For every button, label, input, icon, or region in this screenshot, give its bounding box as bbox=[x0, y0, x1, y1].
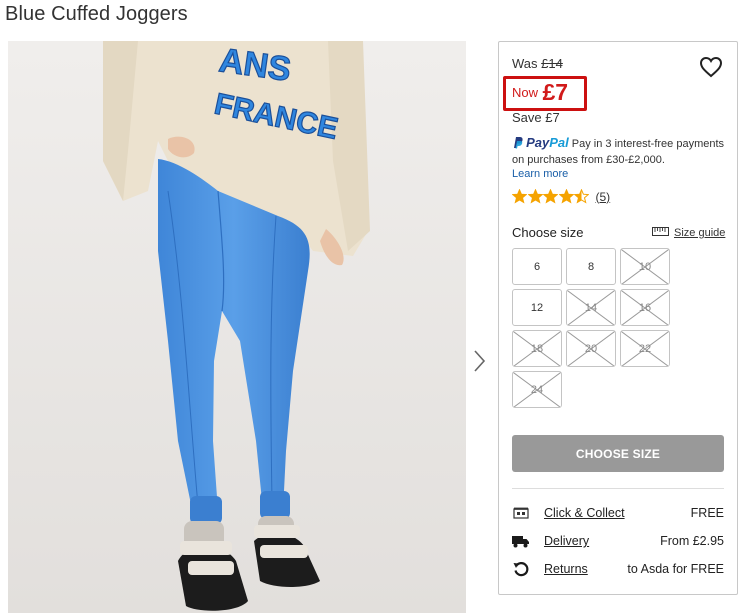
star-icon bbox=[574, 189, 589, 204]
delivery-row: Delivery From £2.95 bbox=[512, 532, 724, 550]
divider bbox=[512, 488, 724, 489]
size-option-22[interactable]: 22 bbox=[620, 330, 670, 367]
size-option-10[interactable]: 10 bbox=[620, 248, 670, 285]
wishlist-heart-icon[interactable] bbox=[699, 56, 723, 78]
delivery-truck-icon bbox=[512, 533, 529, 549]
save-amount: Save £7 bbox=[512, 110, 560, 125]
size-option-label: 18 bbox=[530, 342, 544, 355]
review-count[interactable]: (5) bbox=[596, 190, 611, 204]
paypal-icon bbox=[512, 136, 523, 153]
size-option-12[interactable]: 12 bbox=[512, 289, 562, 326]
size-option-label: 10 bbox=[638, 260, 652, 273]
page-title: Blue Cuffed Joggers bbox=[5, 3, 188, 25]
was-price: Was £14 bbox=[512, 56, 563, 71]
size-option-6[interactable]: 6 bbox=[512, 248, 562, 285]
size-guide-link[interactable]: Size guide bbox=[652, 227, 725, 239]
star-icon bbox=[527, 189, 543, 204]
now-price: Now £7 bbox=[512, 79, 568, 106]
was-label: Was bbox=[512, 56, 538, 71]
size-option-14[interactable]: 14 bbox=[566, 289, 616, 326]
returns-value: to Asda for FREE bbox=[627, 562, 724, 576]
returns-icon bbox=[512, 561, 529, 577]
size-option-label: 6 bbox=[533, 260, 541, 273]
size-option-label: 12 bbox=[530, 301, 544, 314]
returns-row: Returns to Asda for FREE bbox=[512, 560, 724, 578]
size-option-label: 24 bbox=[530, 383, 544, 396]
size-option-label: 14 bbox=[584, 301, 598, 314]
size-option-24[interactable]: 24 bbox=[512, 371, 562, 408]
product-image[interactable]: ANS FRANCE bbox=[8, 41, 466, 613]
size-option-label: 16 bbox=[638, 301, 652, 314]
delivery-value: From £2.95 bbox=[660, 534, 724, 548]
size-option-label: 20 bbox=[584, 342, 598, 355]
delivery-link[interactable]: Delivery bbox=[544, 534, 589, 548]
size-option-20[interactable]: 20 bbox=[566, 330, 616, 367]
click-collect-value: FREE bbox=[690, 506, 724, 520]
now-price-value: £7 bbox=[542, 79, 569, 105]
next-image-arrow-icon[interactable] bbox=[472, 348, 488, 374]
star-rating[interactable]: (5) bbox=[512, 189, 610, 204]
store-icon bbox=[512, 505, 529, 521]
size-option-8[interactable]: 8 bbox=[566, 248, 616, 285]
size-option-label: 8 bbox=[587, 260, 595, 273]
was-price-value: £14 bbox=[541, 56, 563, 71]
product-photo: ANS FRANCE bbox=[8, 41, 466, 613]
star-icon bbox=[558, 189, 574, 204]
click-collect-link[interactable]: Click & Collect bbox=[544, 506, 625, 520]
save-value: £7 bbox=[545, 110, 560, 125]
ruler-icon bbox=[652, 227, 669, 239]
star-icon bbox=[512, 189, 527, 204]
size-option-18[interactable]: 18 bbox=[512, 330, 562, 367]
size-guide-label: Size guide bbox=[674, 227, 726, 239]
paypal-learn-more-link[interactable]: Learn more bbox=[512, 167, 732, 181]
size-option-16[interactable]: 16 bbox=[620, 289, 670, 326]
paypal-brand: PayPal bbox=[526, 135, 569, 150]
click-collect-row: Click & Collect FREE bbox=[512, 504, 724, 522]
choose-size-heading: Choose size bbox=[512, 225, 584, 240]
returns-link[interactable]: Returns bbox=[544, 562, 588, 576]
product-purchase-panel: Was £14 Now £7 Save £7 PayPal Pay in 3 i… bbox=[498, 41, 738, 595]
choose-size-button[interactable]: CHOOSE SIZE bbox=[512, 435, 724, 472]
save-label: Save bbox=[512, 110, 542, 125]
star-icon bbox=[543, 189, 558, 204]
size-option-label: 22 bbox=[638, 342, 652, 355]
paypal-message: PayPal Pay in 3 interest-free payments o… bbox=[512, 136, 732, 181]
now-label: Now bbox=[512, 85, 539, 100]
